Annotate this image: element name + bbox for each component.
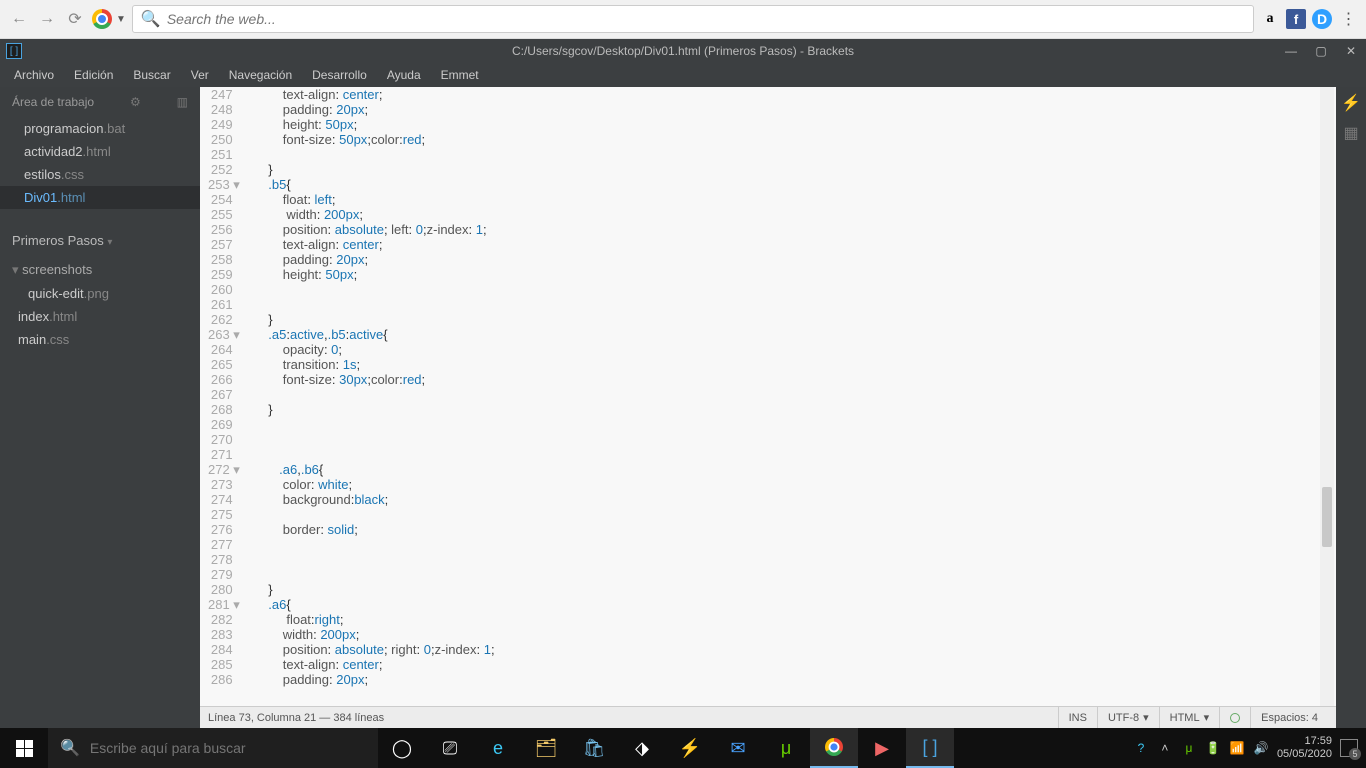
maximize-button[interactable]: ▢ [1306,44,1336,58]
reload-button[interactable]: ⟳ [64,8,86,30]
menu-buscar[interactable]: Buscar [123,65,180,85]
date: 05/05/2020 [1277,748,1332,761]
tray-app-icon[interactable]: μ [1181,741,1197,755]
sidebar: Área de trabajo ⚙ ▥ programacion.batacti… [0,87,200,728]
working-file-programacion[interactable]: programacion.bat [0,117,200,140]
mail-icon[interactable]: ✉ [714,728,762,768]
cursor-position[interactable]: Línea 73, Columna 21 — 384 líneas [208,712,1058,724]
help-icon[interactable]: ? [1133,741,1149,755]
system-tray: ? ˄ μ 🔋 📶 🔊 17:59 05/05/2020 [1125,735,1366,761]
menu-emmet[interactable]: Emmet [431,65,489,85]
menu-navegación[interactable]: Navegación [219,65,302,85]
minimize-button[interactable]: — [1276,44,1306,58]
code-editor[interactable]: 247 248 249 250 251 252 253 ▾ 254 255 25… [200,87,1336,728]
project-dropdown[interactable]: Primeros Pasos ▾ [0,223,200,252]
back-button[interactable]: ← [8,8,30,30]
folder-label: screenshots [22,262,92,277]
search-icon: 🔍 [141,9,161,29]
windows-logo-icon [16,740,33,757]
working-file-div01[interactable]: Div01.html [0,186,200,209]
file-quick-edit[interactable]: quick-edit.png [0,282,200,305]
browser-menu-icon[interactable]: ⋮ [1338,9,1358,29]
wifi-icon[interactable]: 📶 [1229,741,1245,755]
right-toolbar: ⚡ ▦ [1336,87,1366,728]
chevron-down-icon: ▾ [107,237,112,248]
notifications-icon[interactable] [1340,739,1358,757]
chrome-taskbar-icon[interactable] [810,728,858,768]
menu-ayuda[interactable]: Ayuda [377,65,431,85]
chevron-down-icon: ▾ [1143,711,1149,724]
working-file-estilos[interactable]: estilos.css [0,163,200,186]
line-gutter: 247 248 249 250 251 252 253 ▾ 254 255 25… [200,87,252,706]
file-main[interactable]: main.css [0,328,200,351]
volume-icon[interactable]: 🔊 [1253,741,1269,755]
browser-toolbar: ← → ⟳ ▼ 🔍 a f D ⋮ [0,0,1366,39]
edge-icon[interactable]: e [474,728,522,768]
time: 17:59 [1277,735,1332,748]
facebook-icon[interactable]: f [1286,9,1306,29]
lint-status[interactable] [1219,707,1250,728]
brackets-logo-icon: [ ] [6,43,22,59]
utorrent-icon[interactable]: μ [762,728,810,768]
workspace-label: Área de trabajo [12,95,94,109]
menu-desarrollo[interactable]: Desarrollo [302,65,377,85]
forward-button[interactable]: → [36,8,58,30]
brackets-taskbar-icon[interactable]: [ ] [906,728,954,768]
encoding-selector[interactable]: UTF-8 ▾ [1097,707,1159,728]
extensions-icon[interactable]: ▦ [1343,123,1358,143]
explorer-icon[interactable]: 🗂 [522,728,570,768]
media-player-icon[interactable]: ▶ [858,728,906,768]
code-content[interactable]: text-align: center; padding: 20px; heigh… [252,87,1336,706]
search-input[interactable] [167,11,1245,27]
menu-archivo[interactable]: Archivo [4,65,64,85]
battery-icon[interactable]: 🔋 [1205,741,1221,755]
taskbar-apps: ◯ ⎚ e 🗂 🛍 ⬗ ⚡ ✉ μ ▶ [ ] [378,728,954,768]
menu-edición[interactable]: Edición [64,65,123,85]
vertical-scrollbar[interactable] [1320,87,1334,706]
cortana-icon[interactable]: ◯ [378,728,426,768]
menu-bar: ArchivoEdiciónBuscarVerNavegaciónDesarro… [0,63,1366,87]
dropbox-icon[interactable]: ⬗ [618,728,666,768]
search-icon: 🔍 [60,738,80,758]
working-file-actividad2[interactable]: actividad2.html [0,140,200,163]
window-title: C:/Users/sgcov/Desktop/Div01.html (Prime… [512,44,854,58]
insert-mode[interactable]: INS [1058,707,1097,728]
taskbar-search[interactable]: 🔍 [48,728,378,768]
task-view-icon[interactable]: ⎚ [426,728,474,768]
gear-icon[interactable]: ⚙ [130,95,141,109]
working-files-header[interactable]: Área de trabajo ⚙ ▥ [0,87,200,117]
live-preview-icon[interactable]: ⚡ [1341,93,1361,113]
folder-screenshots[interactable]: screenshots [0,258,200,282]
status-bar: Línea 73, Columna 21 — 384 líneas INS UT… [200,706,1336,728]
spaces-selector[interactable]: Espacios: 4 [1250,707,1328,728]
chevron-up-icon[interactable]: ˄ [1157,741,1173,755]
split-icon[interactable]: ▥ [177,95,188,109]
address-bar[interactable]: 🔍 [132,5,1254,33]
app-icon-1[interactable]: ⚡ [666,728,714,768]
disqus-icon[interactable]: D [1312,9,1332,29]
amazon-icon[interactable]: a [1260,9,1280,29]
project-name: Primeros Pasos [12,233,104,248]
brackets-window: [ ] C:/Users/sgcov/Desktop/Div01.html (P… [0,39,1366,728]
windows-taskbar: 🔍 ◯ ⎚ e 🗂 🛍 ⬗ ⚡ ✉ μ ▶ [ ] ? ˄ μ 🔋 📶 🔊 17… [0,728,1366,768]
menu-ver[interactable]: Ver [181,65,219,85]
clock[interactable]: 17:59 05/05/2020 [1277,735,1332,761]
chrome-dropdown-icon[interactable]: ▼ [116,14,126,25]
taskbar-search-input[interactable] [90,740,366,756]
chrome-icon[interactable] [92,9,112,29]
close-button[interactable]: ✕ [1336,44,1366,58]
window-title-bar: [ ] C:/Users/sgcov/Desktop/Div01.html (P… [0,39,1366,63]
start-button[interactable] [0,728,48,768]
language-selector[interactable]: HTML ▾ [1159,707,1219,728]
store-icon[interactable]: 🛍 [570,728,618,768]
file-index[interactable]: index.html [0,305,200,328]
chevron-down-icon: ▾ [1204,711,1210,724]
